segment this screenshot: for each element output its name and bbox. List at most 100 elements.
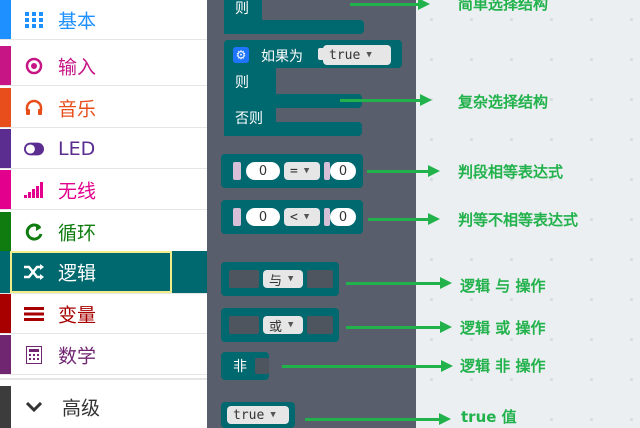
right-operand[interactable]: 0 [330,162,356,180]
grid-dot [470,298,473,301]
category-input[interactable]: 输入 [0,46,207,86]
grid-dot [590,418,593,421]
grid-dot [630,138,633,141]
annotation-label: 逻辑 与 操作 [460,277,546,295]
compare-lt-block[interactable]: 0 < ▼ 0 [221,200,363,234]
annotation-arrow [367,165,440,177]
category-led[interactable]: LED [0,129,207,169]
category-advanced[interactable]: 高级 [0,386,207,428]
grid-dot [430,18,433,21]
grid-dot [470,338,473,341]
grid-dot [590,138,593,141]
grid-dot [510,378,513,381]
grid-dot [430,138,433,141]
not-label: 非 [233,359,247,375]
annotation-label: 简单选择结构 [458,0,549,13]
grid-icon [24,10,44,30]
and-operator-dropdown[interactable]: 与 ▼ [263,270,303,289]
category-music[interactable]: 音乐 [0,88,207,128]
logic-not-block[interactable]: 非 [221,352,269,380]
dropdown-arrow-icon: ▼ [303,166,310,176]
grid-dot [590,178,593,181]
grid-dot [550,298,553,301]
logic-and-block[interactable]: 与 ▼ [221,262,339,296]
grid-dot [470,138,473,141]
or-operator-dropdown[interactable]: 或 ▼ [263,316,303,335]
right-operand[interactable]: 0 [330,208,356,226]
annotation-label: 判段相等表达式 [458,163,564,181]
annotation-arrow [340,94,432,106]
operator-label: 或 [269,319,283,335]
grid-dot [510,258,513,261]
operator-dropdown[interactable]: < ▼ [284,208,320,226]
boolean-true-block[interactable]: true ▼ [221,402,295,428]
dropdown-arrow-icon: ▼ [366,50,372,60]
target-icon [24,56,44,76]
calculator-icon [24,345,44,365]
sidebar-divider [0,378,207,380]
then-label: 则 [235,75,249,91]
annotation-arrow [350,0,430,10]
category-color-bar [0,335,11,374]
toolbox-sidebar: 基本 输入 音乐 LED 无线 循环 逻辑 变量 数学 高级 [0,0,207,428]
headphones-icon [24,98,44,118]
annotation-arrow [368,213,440,225]
grid-dot [430,58,433,61]
category-variables[interactable]: 变量 [0,294,207,334]
annotation-arrow [305,413,451,425]
toggle-icon [24,139,44,159]
operator-dropdown[interactable]: = ▼ [284,162,320,180]
left-operand[interactable]: 0 [246,208,280,226]
category-math[interactable]: 数学 [0,335,207,375]
grid-dot [430,378,433,381]
grid-dot [590,98,593,101]
annotation-label: 逻辑 或 操作 [460,319,546,337]
grid-dot [630,418,633,421]
dropdown-arrow-icon: ▼ [303,212,310,222]
gear-icon[interactable]: ⚙ [233,47,249,63]
grid-dot [550,378,553,381]
dropdown-arrow-icon: ▼ [288,320,294,330]
lines-icon [24,304,44,324]
grid-dot [510,18,513,21]
grid-dot [510,138,513,141]
grid-dot [550,258,553,261]
category-label: 循环 [58,222,97,244]
grid-dot [470,58,473,61]
condition-dropdown[interactable]: true ▼ [323,45,391,65]
chevron-down-icon [24,397,44,417]
left-operand[interactable]: 0 [246,162,280,180]
category-label: 逻辑 [58,262,97,285]
grid-dot [630,98,633,101]
category-label: 基本 [58,10,97,32]
signal-bars-icon [24,180,44,200]
category-basic[interactable]: 基本 [0,0,207,40]
annotation-label: true 值 [461,408,517,426]
category-radio[interactable]: 无线 [0,170,207,210]
grid-dot [630,338,633,341]
operator-label: 与 [269,273,283,289]
annotation-label: 逻辑 非 操作 [460,357,546,375]
grid-dot [510,298,513,301]
category-color-bar [0,170,11,209]
category-label: 高级 [62,397,101,420]
annotation-arrow [282,360,453,372]
grid-dot [550,98,553,101]
annotation-arrow [346,277,452,289]
compare-equal-block[interactable]: 0 = ▼ 0 [221,154,363,188]
grid-dot [630,298,633,301]
grid-dot [630,178,633,181]
category-label: 数学 [58,345,97,367]
category-label: 变量 [58,304,97,326]
grid-dot [430,258,433,261]
grid-dot [430,338,433,341]
category-color-bar [0,294,11,333]
operator-symbol: = [290,163,298,179]
logic-or-block[interactable]: 或 ▼ [221,308,339,342]
grid-dot [510,58,513,61]
category-loops[interactable]: 循环 [0,212,207,252]
category-logic[interactable]: 逻辑 [0,251,207,294]
boolean-dropdown[interactable]: true ▼ [227,406,289,424]
grid-dot [550,138,553,141]
category-label: LED [58,137,96,160]
